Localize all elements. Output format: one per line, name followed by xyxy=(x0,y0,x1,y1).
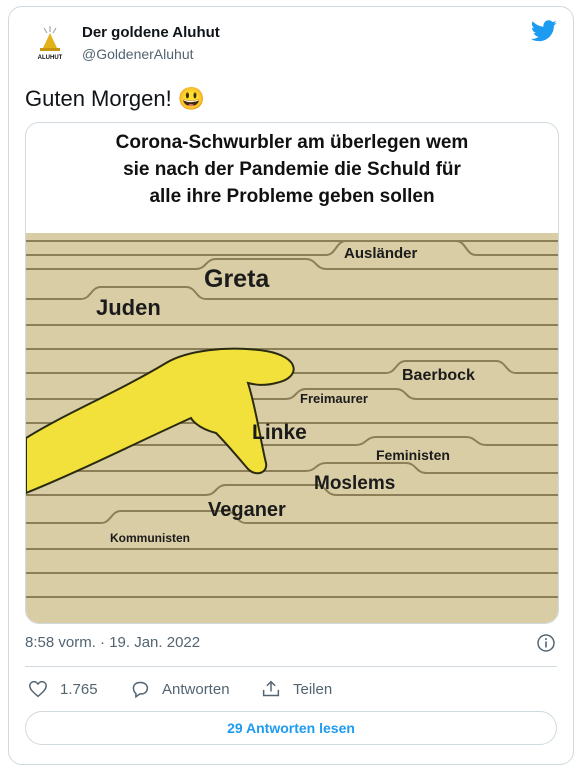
meme-title-line: alle ihre Probleme geben sollen xyxy=(149,186,435,207)
meme-label-kommunisten: Kommunisten xyxy=(110,531,191,545)
avatar[interactable]: ALUHUT xyxy=(30,24,70,64)
read-replies-button[interactable]: 29 Antworten lesen xyxy=(25,711,557,745)
meme-label-feministen: Feministen xyxy=(376,447,450,463)
reply-label: Antworten xyxy=(162,680,230,698)
reply-button[interactable]: Antworten xyxy=(130,680,230,698)
meme-label-linke: Linke xyxy=(252,421,307,444)
meme-title-line: sie nach der Pandemie die Schuld für xyxy=(123,159,461,180)
meme-label-veganer: Veganer xyxy=(208,499,286,521)
meme-label-baerbock: Baerbock xyxy=(402,367,475,384)
meme-title-line: Corona-Schwurbler am überlegen wem xyxy=(115,132,469,153)
meme-label-moslems: Moslems xyxy=(314,473,396,494)
tweet-timestamp[interactable]: 8:58 vorm. · 19. Jan. 2022 xyxy=(25,634,200,651)
display-name[interactable]: Der goldene Aluhut xyxy=(82,24,220,41)
share-icon xyxy=(262,680,280,697)
tweet-text: Guten Morgen! 😃 xyxy=(25,86,206,111)
like-button[interactable]: 1.765 xyxy=(28,680,98,698)
meme-label-freimaurer: Freimaurer xyxy=(300,391,368,406)
reply-icon xyxy=(132,681,149,698)
meme-label-auslaender: Ausländer xyxy=(344,245,418,262)
twitter-bird-icon[interactable] xyxy=(531,20,557,42)
like-count: 1.765 xyxy=(60,680,98,698)
info-icon[interactable] xyxy=(537,634,555,652)
meme-label-juden: Juden xyxy=(96,295,161,320)
user-handle[interactable]: @GoldenerAluhut xyxy=(82,46,194,62)
divider xyxy=(25,666,557,667)
meme-label-greta: Greta xyxy=(204,265,270,293)
meme-image[interactable]: Corona-Schwurbler am überlegen wem sie n… xyxy=(25,122,559,624)
meme-title: Corona-Schwurbler am überlegen wem sie n… xyxy=(26,123,558,233)
heart-icon xyxy=(29,680,47,698)
svg-text:ALUHUT: ALUHUT xyxy=(38,55,63,61)
share-label: Teilen xyxy=(293,680,333,698)
share-button[interactable]: Teilen xyxy=(261,680,332,698)
